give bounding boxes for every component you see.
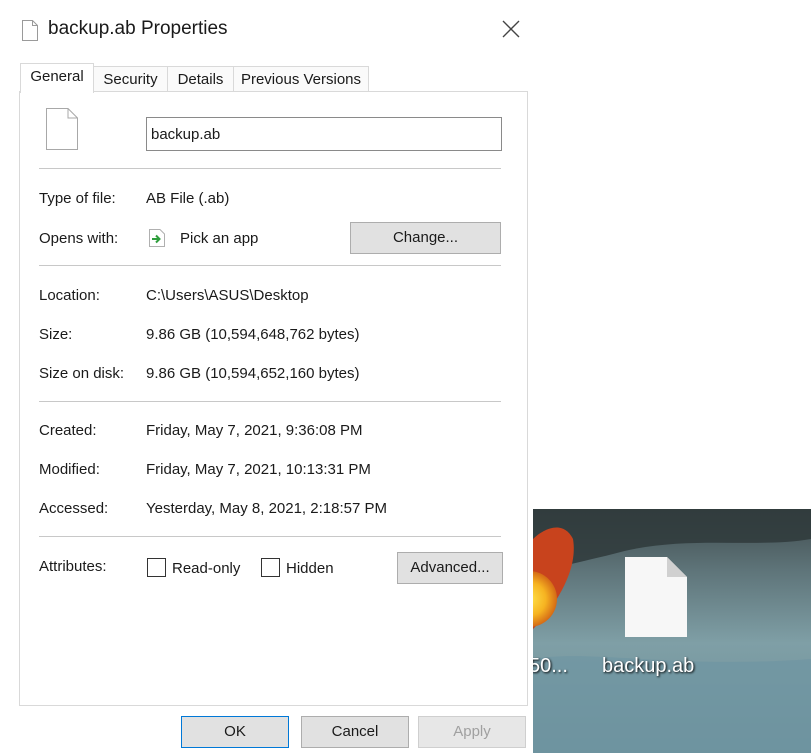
size-on-disk-label: Size on disk: — [39, 365, 125, 382]
modified-value: Friday, May 7, 2021, 10:13:31 PM — [146, 461, 371, 478]
separator — [39, 168, 501, 169]
size-on-disk-value: 9.86 GB (10,594,652,160 bytes) — [146, 365, 360, 382]
separator — [39, 265, 501, 266]
size-value: 9.86 GB (10,594,648,762 bytes) — [146, 326, 360, 343]
size-label: Size: — [39, 326, 73, 343]
type-of-file-label: Type of file: — [39, 190, 116, 207]
title-bar[interactable]: backup.ab Properties — [0, 0, 533, 60]
opens-with-value: Pick an app — [180, 230, 259, 247]
cancel-button[interactable]: Cancel — [301, 716, 409, 748]
accessed-value: Yesterday, May 8, 2021, 2:18:57 PM — [146, 500, 387, 517]
file-type-icon — [46, 108, 78, 150]
separator — [39, 401, 501, 402]
desktop-file-label[interactable]: backup.ab — [602, 655, 694, 678]
created-value: Friday, May 7, 2021, 9:36:08 PM — [146, 422, 363, 439]
hidden-checkbox[interactable] — [261, 558, 280, 577]
change-button[interactable]: Change... — [350, 222, 501, 254]
dialog-title: backup.ab Properties — [48, 18, 228, 39]
pick-app-icon — [149, 229, 165, 247]
separator — [39, 536, 501, 537]
created-label: Created: — [39, 422, 97, 439]
desktop-background: 50... backup.ab — [533, 509, 811, 753]
hidden-label[interactable]: Hidden — [286, 560, 334, 577]
file-name-input[interactable] — [146, 117, 502, 151]
file-icon — [22, 20, 38, 41]
attributes-label: Attributes: — [39, 558, 107, 575]
tab-previous-versions[interactable]: Previous Versions — [233, 66, 369, 92]
properties-dialog: backup.ab Properties General Security De… — [0, 0, 533, 753]
general-panel — [19, 91, 528, 706]
tab-security[interactable]: Security — [93, 66, 168, 92]
read-only-label[interactable]: Read-only — [172, 560, 240, 577]
location-label: Location: — [39, 287, 100, 304]
tab-details[interactable]: Details — [167, 66, 234, 92]
read-only-checkbox[interactable] — [147, 558, 166, 577]
desktop-file-icon[interactable] — [625, 557, 687, 637]
close-button[interactable] — [498, 16, 524, 42]
type-of-file-value: AB File (.ab) — [146, 190, 230, 207]
apply-button[interactable]: Apply — [418, 716, 526, 748]
ok-button[interactable]: OK — [181, 716, 289, 748]
desktop-truncated-label[interactable]: 50... — [533, 655, 568, 678]
location-value: C:\Users\ASUS\Desktop — [146, 287, 309, 304]
advanced-button[interactable]: Advanced... — [397, 552, 503, 584]
close-icon — [502, 20, 520, 38]
modified-label: Modified: — [39, 461, 100, 478]
accessed-label: Accessed: — [39, 500, 109, 517]
opens-with-label: Opens with: — [39, 230, 119, 247]
tab-general[interactable]: General — [20, 63, 94, 93]
